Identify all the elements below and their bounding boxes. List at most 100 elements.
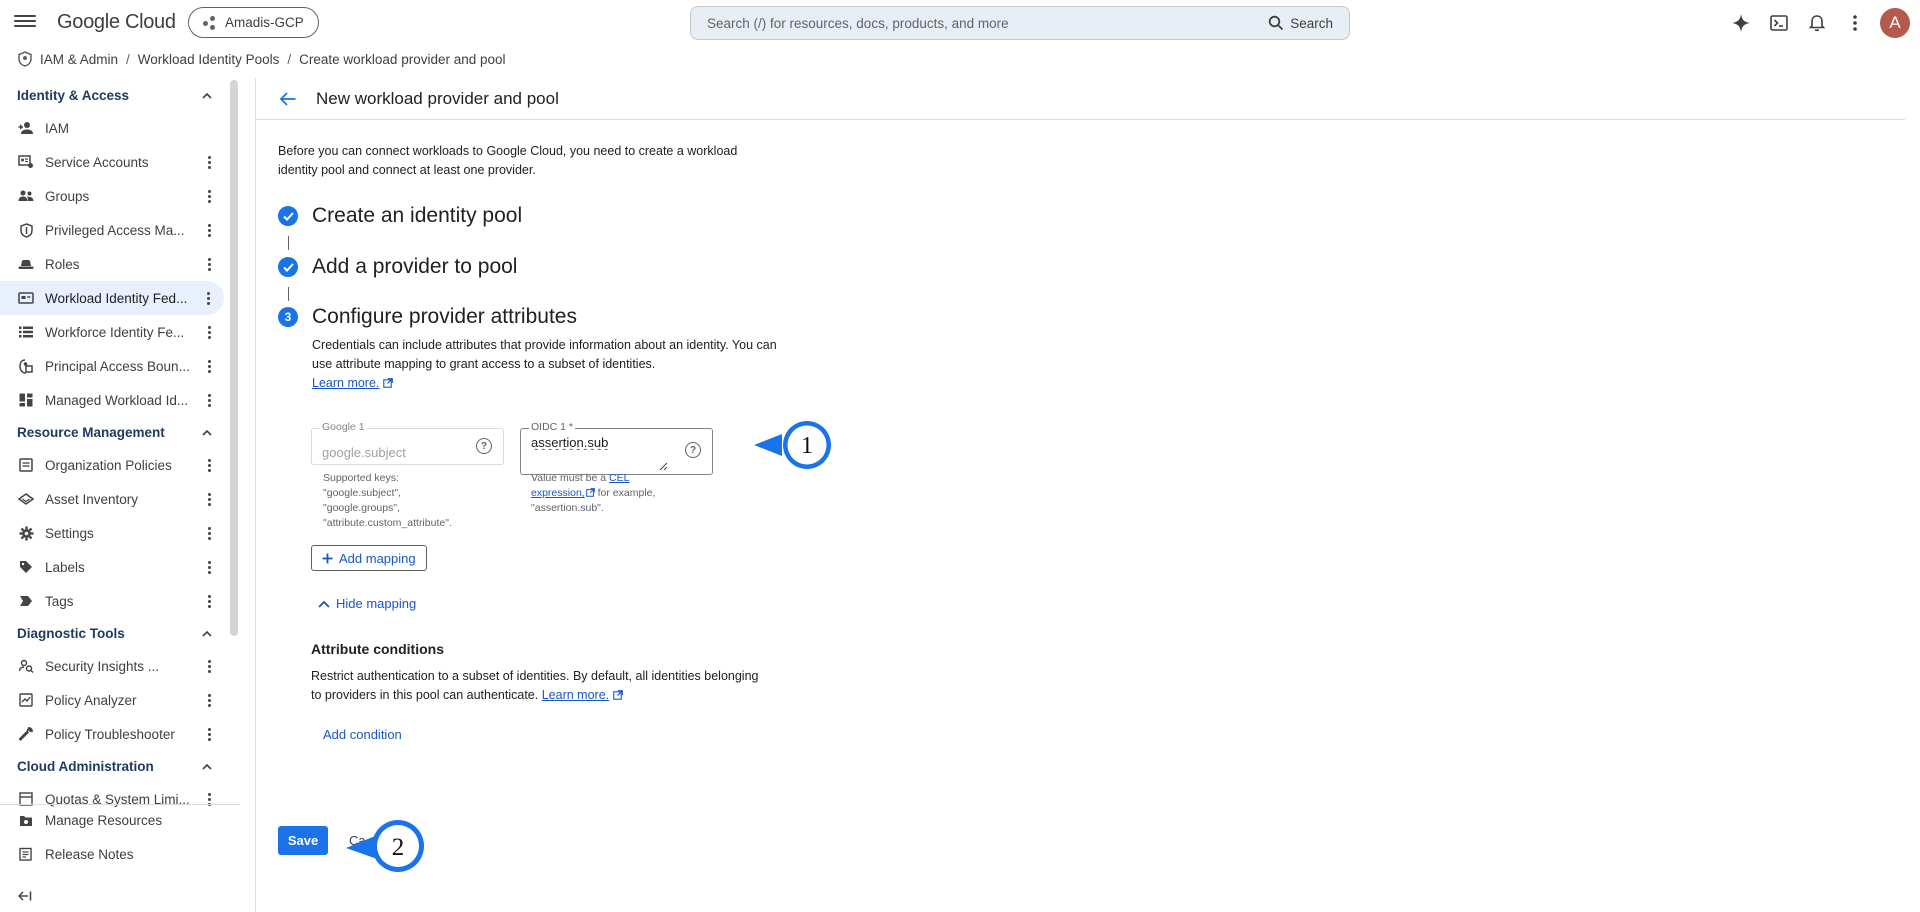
item-more-icon[interactable] bbox=[201, 726, 217, 742]
sidebar-item-iam[interactable]: IAM bbox=[0, 111, 230, 145]
sidebar-item-label: Tags bbox=[45, 593, 74, 609]
sidebar-item-settings[interactable]: Settings bbox=[0, 516, 230, 550]
sidebar-item-principal-access-boundary[interactable]: Principal Access Boun... bbox=[0, 349, 230, 383]
item-more-icon[interactable] bbox=[201, 256, 217, 272]
hide-mapping-button[interactable]: Hide mapping bbox=[318, 596, 416, 611]
person-add-icon bbox=[18, 120, 34, 136]
check-circle-icon bbox=[278, 257, 298, 277]
sidebar-item-groups[interactable]: Groups bbox=[0, 179, 230, 213]
breadcrumb: IAM & Admin / Workload Identity Pools / … bbox=[18, 49, 506, 69]
help-icon[interactable]: ? bbox=[685, 442, 701, 458]
sidebar-item-label: Settings bbox=[45, 525, 94, 541]
step-title: Configure provider attributes bbox=[312, 305, 577, 328]
account-avatar[interactable]: A bbox=[1880, 7, 1910, 38]
save-button[interactable]: Save bbox=[278, 826, 328, 855]
top-bar: Google Cloud Amadis-GCP Search A bbox=[0, 0, 1920, 45]
sidebar-item-workforce-identity-federation[interactable]: Workforce Identity Fe... bbox=[0, 315, 230, 349]
back-button[interactable] bbox=[274, 85, 302, 113]
form-content: Before you can connect workloads to Goog… bbox=[278, 142, 798, 393]
sidebar-item-policy-analyzer[interactable]: Policy Analyzer bbox=[0, 683, 230, 717]
oidc-attribute-input[interactable] bbox=[531, 435, 671, 450]
sidebar-item-workload-identity-federation[interactable]: Workload Identity Fed... bbox=[0, 281, 224, 315]
page-title: New workload provider and pool bbox=[316, 88, 559, 108]
sidebar-item-asset-inventory[interactable]: Asset Inventory bbox=[0, 482, 230, 516]
sidebar-scrollbar[interactable] bbox=[230, 80, 238, 636]
add-mapping-label: Add mapping bbox=[339, 550, 416, 566]
search-button[interactable]: Search bbox=[1268, 15, 1333, 31]
item-more-icon[interactable] bbox=[201, 222, 217, 238]
gear-icon bbox=[18, 525, 34, 541]
sidebar-item-managed-workload-identities[interactable]: Managed Workload Id... bbox=[0, 383, 230, 417]
sidebar-item-label: Security Insights ... bbox=[45, 658, 160, 674]
sidebar-item-label: Principal Access Boun... bbox=[45, 358, 190, 374]
google-field-hint: Supported keys: "google.subject", "googl… bbox=[323, 472, 452, 529]
sidebar-item-label: IAM bbox=[45, 120, 70, 136]
notifications-bell-icon[interactable] bbox=[1798, 4, 1836, 42]
search-bar[interactable]: Search bbox=[690, 6, 1350, 40]
sidebar-item-label: Groups bbox=[45, 188, 90, 204]
help-icon[interactable]: ? bbox=[476, 438, 492, 454]
sidebar-item-roles[interactable]: Roles bbox=[0, 247, 230, 281]
sidebar-item-labels[interactable]: Labels bbox=[0, 550, 230, 584]
sidebar-item-organization-policies[interactable]: Organization Policies bbox=[0, 448, 230, 482]
google-attribute-input[interactable] bbox=[322, 445, 462, 460]
item-more-icon[interactable] bbox=[201, 188, 217, 204]
section-cloud-administration[interactable]: Cloud Administration bbox=[0, 751, 230, 782]
cloud-shell-icon[interactable] bbox=[1760, 4, 1798, 42]
item-more-icon[interactable] bbox=[201, 491, 217, 507]
sidebar-item-privileged-access[interactable]: Privileged Access Ma... bbox=[0, 213, 230, 247]
sidebar-item-release-notes[interactable]: Release Notes bbox=[0, 835, 240, 873]
main-menu-icon[interactable] bbox=[14, 12, 36, 32]
add-condition-button[interactable]: Add condition bbox=[323, 727, 402, 742]
project-picker[interactable]: Amadis-GCP bbox=[188, 7, 319, 38]
page-header: New workload provider and pool bbox=[256, 78, 1905, 120]
oidc-attribute-field[interactable]: OIDC 1 * ? bbox=[520, 421, 713, 475]
gemini-sparkle-icon[interactable] bbox=[1722, 4, 1760, 42]
hat-icon bbox=[18, 256, 34, 272]
google-attribute-field[interactable]: Google 1 ? bbox=[311, 421, 504, 465]
learn-more-link[interactable]: Learn more. bbox=[312, 376, 379, 390]
collapse-sidebar-icon[interactable] bbox=[17, 888, 32, 906]
item-more-icon[interactable] bbox=[201, 559, 217, 575]
breadcrumb-separator: / bbox=[287, 51, 292, 67]
step3-description-text: Credentials can include attributes that … bbox=[312, 338, 777, 371]
folder-gear-icon bbox=[18, 812, 34, 828]
sidebar-nav: Identity & Access IAM Service Accounts G… bbox=[0, 80, 230, 810]
item-more-icon[interactable] bbox=[201, 692, 217, 708]
item-more-icon[interactable] bbox=[201, 324, 217, 340]
item-more-icon[interactable] bbox=[201, 457, 217, 473]
sidebar-item-service-accounts[interactable]: Service Accounts bbox=[0, 145, 230, 179]
sidebar-item-policy-troubleshooter[interactable]: Policy Troubleshooter bbox=[0, 717, 230, 751]
external-link-icon bbox=[613, 690, 623, 700]
add-mapping-button[interactable]: Add mapping bbox=[311, 545, 427, 571]
tag-arrow-icon bbox=[18, 593, 34, 609]
item-more-icon[interactable] bbox=[201, 525, 217, 541]
section-diagnostic-tools[interactable]: Diagnostic Tools bbox=[0, 618, 230, 649]
conditions-learn-more-link[interactable]: Learn more. bbox=[542, 688, 609, 702]
item-more-icon[interactable] bbox=[201, 593, 217, 609]
item-more-icon[interactable] bbox=[201, 658, 217, 674]
search-input[interactable] bbox=[707, 15, 1269, 31]
item-more-icon[interactable] bbox=[201, 154, 217, 170]
sidebar-item-manage-resources[interactable]: Manage Resources bbox=[0, 805, 240, 835]
section-identity-access[interactable]: Identity & Access bbox=[0, 80, 230, 111]
sidebar-item-security-insights[interactable]: Security Insights ... bbox=[0, 649, 230, 683]
item-more-icon[interactable] bbox=[201, 392, 217, 408]
sidebar: Identity & Access IAM Service Accounts G… bbox=[0, 80, 240, 912]
service-account-icon bbox=[18, 154, 34, 170]
step-create-pool: Create an identity pool bbox=[278, 196, 798, 236]
item-more-icon[interactable] bbox=[200, 290, 216, 306]
resize-handle-icon[interactable] bbox=[659, 462, 668, 471]
arrow-back-icon bbox=[280, 91, 296, 106]
more-options-icon[interactable] bbox=[1836, 4, 1874, 42]
breadcrumb-workload-identity-pools[interactable]: Workload Identity Pools bbox=[138, 52, 280, 67]
section-title: Identity & Access bbox=[17, 88, 130, 103]
boundary-icon bbox=[18, 358, 34, 374]
google-cloud-logo[interactable]: Google Cloud bbox=[57, 11, 176, 34]
sidebar-item-tags[interactable]: Tags bbox=[0, 584, 230, 618]
sidebar-item-label: Managed Workload Id... bbox=[45, 392, 189, 408]
oidc-field-hint: Value must be a CEL expression, for exam… bbox=[531, 471, 681, 516]
breadcrumb-iam-admin[interactable]: IAM & Admin bbox=[40, 52, 118, 67]
section-resource-management[interactable]: Resource Management bbox=[0, 417, 230, 448]
item-more-icon[interactable] bbox=[201, 358, 217, 374]
